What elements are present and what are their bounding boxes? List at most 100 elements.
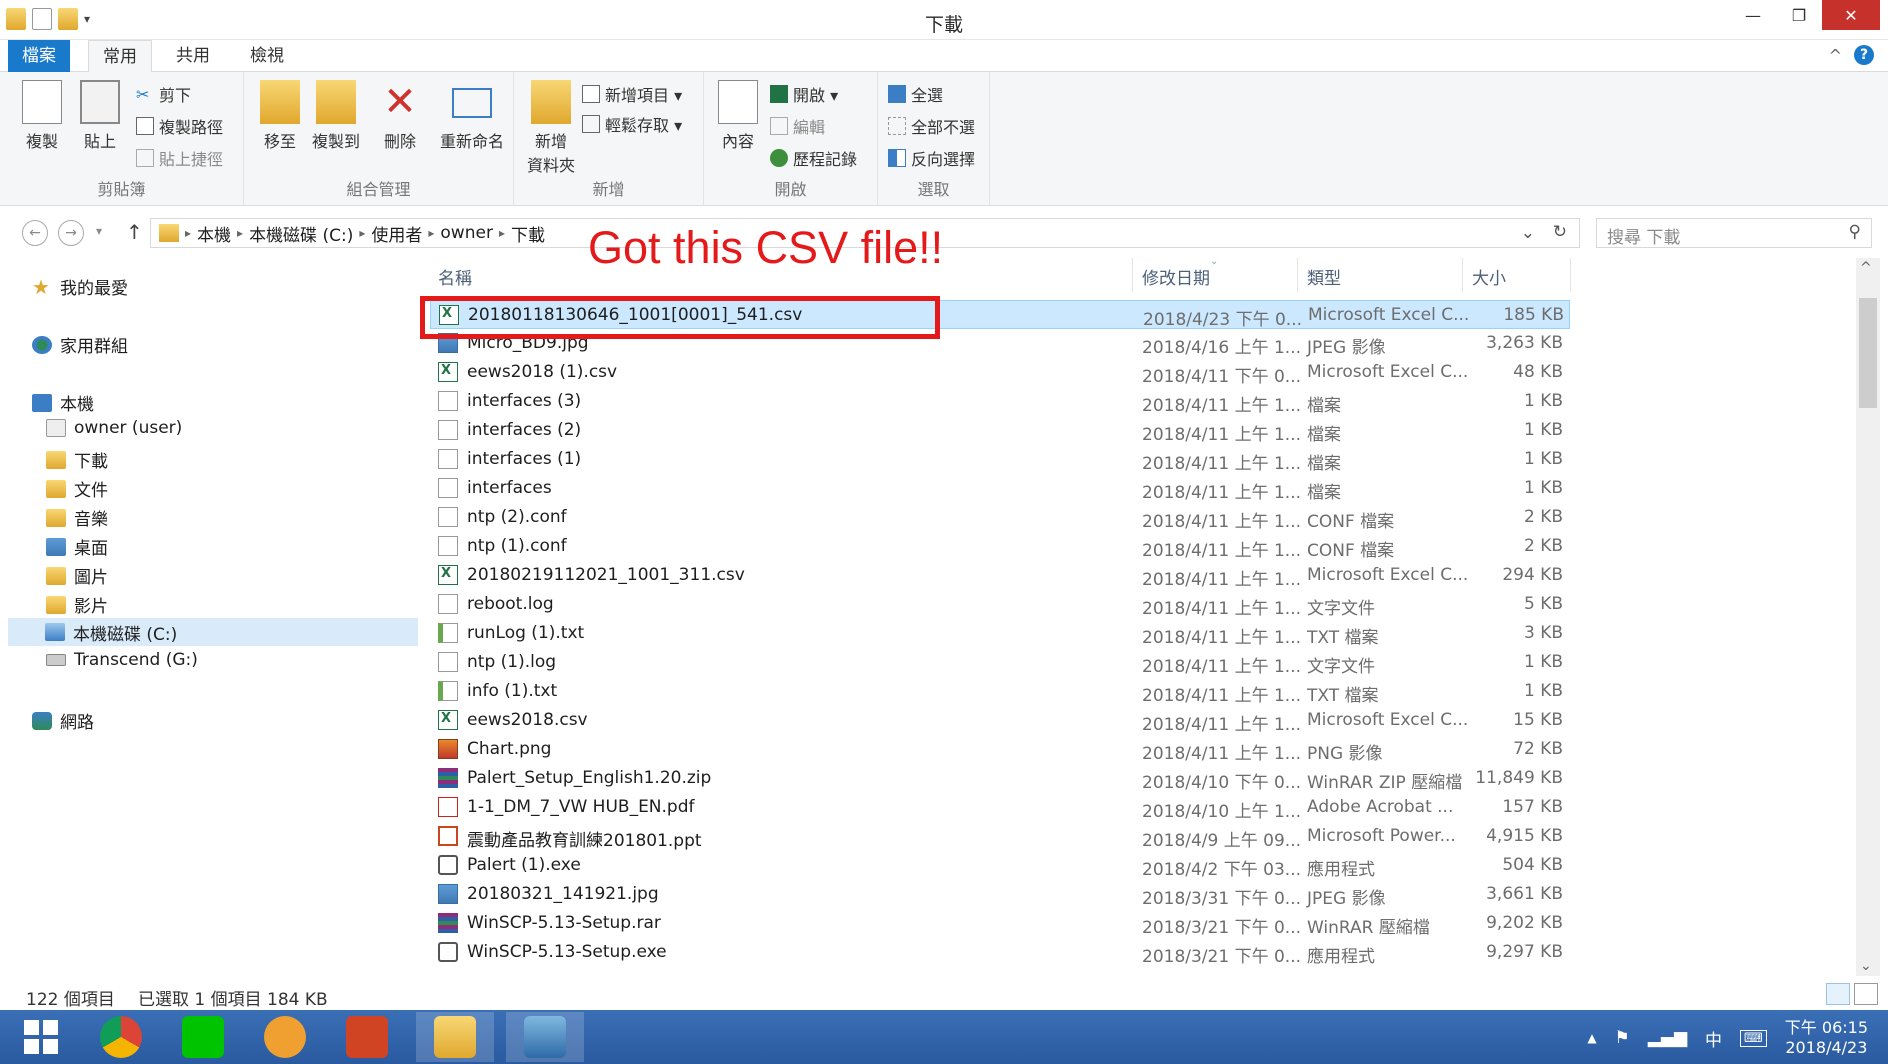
paste-shortcut-button[interactable]: 貼上捷徑 (136, 146, 223, 170)
new-folder-button[interactable]: 新增 資料夾 (518, 80, 584, 176)
nav-homegroup[interactable]: 家用群組 (32, 332, 128, 357)
taskbar-app[interactable] (246, 1012, 324, 1062)
column-date[interactable]: 修改日期 (1142, 264, 1210, 289)
file-row[interactable]: eews2018.csv2018/4/11 上午 1...Microsoft E… (430, 706, 1570, 735)
invert-selection-button[interactable]: 反向選擇 (888, 146, 975, 170)
breadcrumb-local-disk[interactable]: 本機磁碟 (C:) (249, 221, 353, 246)
keyboard-layout-icon[interactable]: ⌨ (1740, 1029, 1767, 1047)
taskbar-powerpoint[interactable] (328, 1012, 406, 1062)
file-row[interactable]: Palert_Setup_English1.20.zip 2018/4/10 下午… (430, 764, 1570, 793)
file-row[interactable]: WinSCP-5.13-Setup.exe 2018/3/21 下午 0... 應用… (430, 938, 1570, 967)
open-button[interactable]: 開啟 ▾ (770, 82, 838, 106)
details-view-button[interactable] (1826, 983, 1850, 1005)
column-divider[interactable] (1297, 258, 1298, 292)
nav-desktop[interactable]: 桌面 (46, 534, 108, 559)
tray-expand-icon[interactable]: ▲ (1587, 1031, 1596, 1045)
breadcrumb-users[interactable]: 使用者 (371, 221, 422, 246)
taskbar-network-tool[interactable] (506, 1012, 584, 1062)
file-row[interactable]: 1-1_DM_7_VW HUB_EN.pdf 2018/4/10 上午 1... A… (430, 793, 1570, 822)
breadcrumb-downloads[interactable]: 下載 (511, 221, 545, 246)
taskbar-line[interactable] (164, 1012, 242, 1062)
large-icons-view-button[interactable] (1854, 983, 1878, 1005)
nav-videos[interactable]: 影片 (46, 592, 108, 617)
move-to-button[interactable]: 移至 (252, 80, 308, 152)
search-icon[interactable]: ⚲ (1849, 222, 1861, 242)
copy-path-button[interactable]: 複製路徑 (136, 114, 223, 138)
select-none-button[interactable]: 全部不選 (888, 114, 975, 138)
recent-locations-icon[interactable]: ▾ (96, 224, 102, 238)
nav-owner[interactable]: owner (user) (46, 418, 182, 438)
scrollbar-thumb[interactable] (1859, 298, 1877, 408)
properties-button[interactable]: 內容 (714, 80, 762, 152)
file-row[interactable]: runLog (1).txt 2018/4/11 上午 1... TXT 檔案 3 K… (430, 619, 1570, 648)
new-item-button[interactable]: 新增項目 ▾ (582, 82, 682, 106)
nav-favorites[interactable]: ★ 我的最愛 (32, 274, 128, 300)
cut-button[interactable]: ✂ 剪下 (136, 82, 191, 106)
restore-button[interactable]: ❐ (1776, 0, 1822, 30)
address-dropdown-icon[interactable]: ⌄ (1521, 223, 1535, 243)
file-row[interactable]: eews2018 (1).csv2018/4/11 下午 0...Microso… (430, 358, 1570, 387)
scroll-up-icon[interactable]: ^ (1860, 260, 1872, 276)
nav-pictures[interactable]: 圖片 (46, 563, 108, 588)
file-row[interactable]: interfaces (2) 2018/4/11 上午 1... 檔案 1 KB (430, 416, 1570, 445)
tab-file[interactable]: 檔案 (8, 40, 70, 72)
tab-home[interactable]: 常用 (88, 40, 152, 72)
refresh-icon[interactable]: ↻ (1553, 222, 1567, 242)
column-name[interactable]: 名稱 (438, 264, 472, 289)
start-button[interactable] (2, 1012, 80, 1062)
network-signal-icon[interactable]: ▂▄▆ (1648, 1028, 1687, 1048)
nav-network[interactable]: 網路 (32, 708, 94, 733)
search-box[interactable]: 搜尋 下載 ⚲ (1596, 218, 1872, 248)
file-row[interactable]: interfaces 2018/4/11 上午 1... 檔案 1 KB (430, 474, 1570, 503)
file-row[interactable]: ntp (1).log 2018/4/11 上午 1... 文字文件 1 KB (430, 648, 1570, 677)
nav-transcend[interactable]: Transcend (G:) (46, 650, 198, 670)
tab-share[interactable]: 共用 (162, 40, 224, 72)
file-row[interactable]: interfaces (3) 2018/4/11 上午 1... 檔案 1 KB (430, 387, 1570, 416)
file-row[interactable]: 20180219112021_1001_311.csv 2018/4/11 上午 … (430, 561, 1570, 590)
rename-button[interactable]: 重新命名 (432, 80, 512, 152)
file-row[interactable]: WinSCP-5.13-Setup.rar 2018/3/21 下午 0... Wi… (430, 909, 1570, 938)
vertical-scrollbar[interactable]: ^ ⌄ (1856, 258, 1880, 976)
taskbar-chrome[interactable] (82, 1012, 160, 1062)
column-type[interactable]: 類型 (1307, 264, 1341, 289)
file-row[interactable]: 20180321_141921.jpg 2018/3/31 下午 0... JPEG… (430, 880, 1570, 909)
tab-view[interactable]: 檢視 (236, 40, 298, 72)
history-button[interactable]: 歷程記錄 (770, 146, 857, 170)
file-row[interactable]: ntp (1).conf 2018/4/11 上午 1... CONF 檔案 2 KB (430, 532, 1570, 561)
nav-documents[interactable]: 文件 (46, 476, 108, 501)
up-button[interactable]: ↑ (126, 220, 143, 244)
help-icon[interactable]: ? (1854, 45, 1874, 65)
file-row[interactable]: 震動產品教育訓練201801.ppt 2018/4/9 上午 09... Micro… (430, 822, 1570, 851)
nav-local-disk[interactable]: 本機磁碟 (C:) (8, 618, 418, 646)
ime-indicator[interactable]: 中 (1705, 1026, 1722, 1051)
action-center-flag-icon[interactable]: ⚑ (1615, 1028, 1630, 1048)
nav-this-pc[interactable]: 本機 (32, 390, 94, 415)
copy-to-button[interactable]: 複製到 (308, 80, 364, 152)
breadcrumb-this-pc[interactable]: 本機 (197, 221, 231, 246)
file-row[interactable]: Chart.png 2018/4/11 上午 1... PNG 影像 72 KB (430, 735, 1570, 764)
forward-button[interactable]: → (58, 220, 84, 246)
file-row[interactable]: Palert (1).exe 2018/4/2 下午 03... 應用程式 504 K… (430, 851, 1570, 880)
close-button[interactable]: ✕ (1822, 0, 1880, 30)
paste-button[interactable]: 貼上 (72, 80, 128, 152)
nav-downloads[interactable]: 下載 (46, 447, 108, 472)
file-row[interactable]: interfaces (1) 2018/4/11 上午 1... 檔案 1 KB (430, 445, 1570, 474)
breadcrumb-owner[interactable]: owner (440, 223, 493, 243)
clock[interactable]: 下午 06:15 2018/4/23 (1785, 1018, 1868, 1058)
edit-button[interactable]: 編輯 (770, 114, 825, 138)
back-button[interactable]: ← (22, 220, 48, 246)
easy-access-button[interactable]: 輕鬆存取 ▾ (582, 112, 682, 136)
file-row[interactable]: info (1).txt 2018/4/11 上午 1... TXT 檔案 1 KB (430, 677, 1570, 706)
collapse-ribbon-icon[interactable]: ^ (1829, 46, 1842, 65)
file-row[interactable]: reboot.log 2018/4/11 上午 1... 文字文件 5 KB (430, 590, 1570, 619)
select-all-button[interactable]: 全選 (888, 82, 943, 106)
delete-button[interactable]: ✕ 刪除 (372, 80, 428, 152)
file-row[interactable]: ntp (2).conf 2018/4/11 上午 1... CONF 檔案 2 KB (430, 503, 1570, 532)
column-divider[interactable] (1462, 258, 1463, 292)
nav-music[interactable]: 音樂 (46, 505, 108, 530)
copy-button[interactable]: 複製 (14, 80, 70, 152)
minimize-button[interactable]: — (1730, 0, 1776, 30)
taskbar-file-explorer[interactable] (416, 1012, 494, 1062)
column-divider[interactable] (1570, 258, 1571, 292)
scroll-down-icon[interactable]: ⌄ (1860, 958, 1872, 974)
